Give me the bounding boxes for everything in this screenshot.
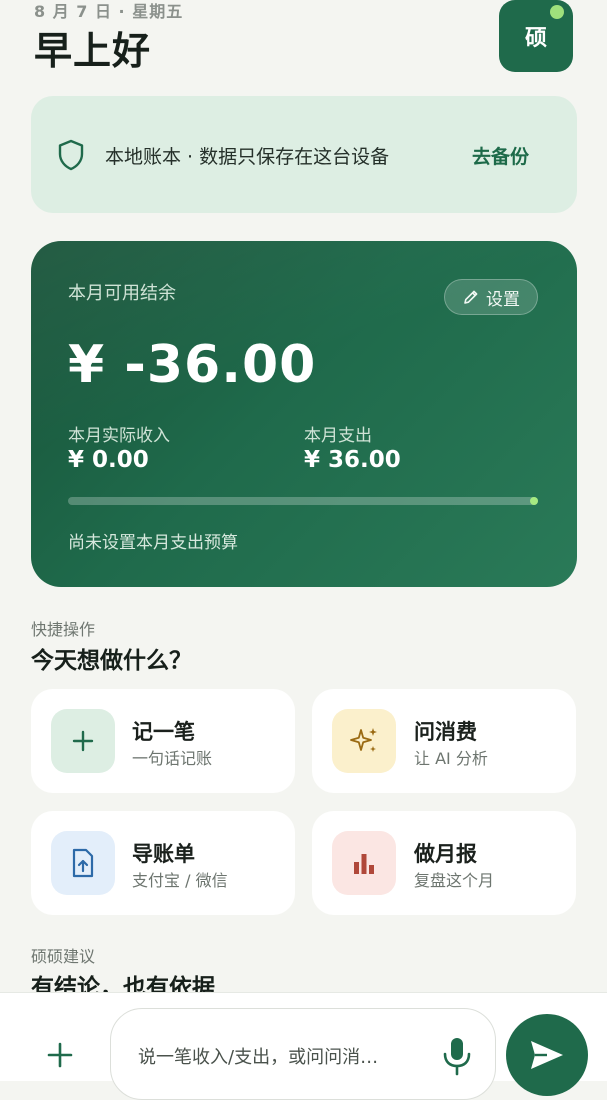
income-label: 本月实际收入 [68,426,170,446]
expense-label: 本月支出 [304,426,372,446]
send-icon [531,1041,563,1069]
quick-action-name: 记一笔 [132,720,195,744]
mic-icon[interactable] [440,1036,474,1076]
budget-progress-bar [68,497,538,505]
quick-actions-title: 今天想做什么？ [31,648,192,674]
quick-action-sub: 支付宝 / 微信 [132,871,228,890]
income-value: ¥ 0.00 [68,447,149,473]
quick-action-sub: 复盘这个月 [414,871,495,890]
greeting-title: 早上好 [34,29,152,73]
sparkle-icon [332,709,396,773]
balance-label: 本月可用结余 [68,283,176,304]
plus-icon [47,1042,73,1068]
send-button[interactable] [506,1014,588,1096]
quick-action-name: 问消费 [414,720,477,744]
date-label: 8 月 7 日 · 星期五 [34,2,184,21]
shield-icon [58,139,84,171]
budget-settings-button[interactable]: 设置 [444,279,538,315]
quick-action-name: 做月报 [414,842,477,866]
plus-icon [51,709,115,773]
suggestions-kicker: 硕硕建议 [31,947,96,966]
bar-chart-icon [332,831,396,895]
backup-link[interactable]: 去备份 [472,142,529,169]
quick-action-name: 导账单 [132,842,195,866]
budget-progress-dot [530,497,538,505]
quick-actions-kicker: 快捷操作 [31,620,96,639]
upload-file-icon [51,831,115,895]
quick-action-sub: 让 AI 分析 [414,749,488,768]
message-input-placeholder[interactable]: 说一笔收入/支出，或问问消… [138,1043,413,1069]
pencil-icon [464,290,478,304]
quick-action-sub: 一句话记账 [132,749,213,768]
expense-value: ¥ 36.00 [304,447,401,473]
settings-label: 设置 [486,289,520,310]
avatar-initial: 硕 [524,26,547,51]
add-attachment-button[interactable] [38,1033,82,1077]
budget-note: 尚未设置本月支出预算 [68,533,238,553]
notice-text: 本地账本 · 数据只保存在这台设备 [105,146,390,168]
balance-amount: ¥ -36.00 [68,335,317,395]
online-indicator [550,5,564,19]
